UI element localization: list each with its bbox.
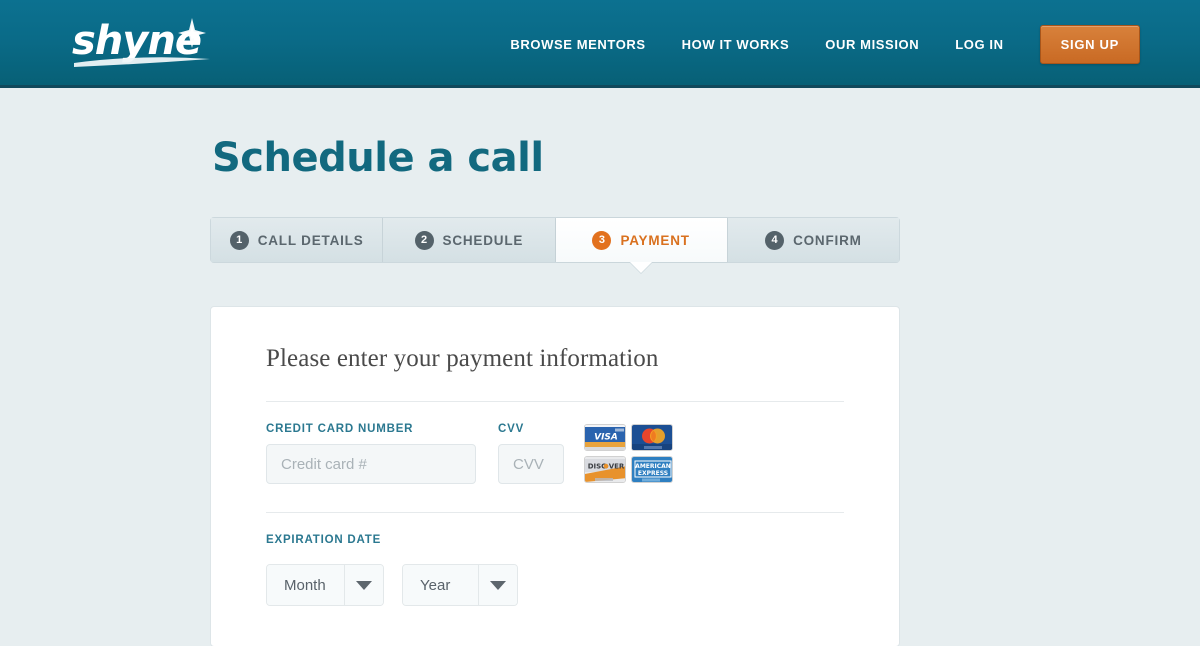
step-label-confirm: CONFIRM — [793, 232, 862, 248]
nav-link-log-in[interactable]: LOG IN — [937, 37, 1021, 52]
page-body: Schedule a call 1 CALL DETAILS 2 SCHEDUL… — [0, 88, 1200, 646]
credit-card-row: CREDIT CARD NUMBER CVV VISA — [266, 423, 844, 484]
svg-text:AMERICAN: AMERICAN — [635, 463, 671, 470]
step-badge-1: 1 — [229, 230, 249, 250]
chevron-down-icon[interactable] — [478, 565, 517, 605]
step-badge-3: 3 — [592, 230, 612, 250]
divider-bottom — [266, 512, 844, 513]
accepted-cards-group: VISA DISC VER AMERICAN EXPRESS — [584, 424, 673, 484]
expiration-month-value: Month — [267, 565, 344, 605]
active-step-pointer-icon — [630, 262, 653, 273]
credit-card-label: CREDIT CARD NUMBER — [266, 423, 414, 435]
expiration-year-value: Year — [403, 565, 478, 605]
nav-link-how-it-works[interactable]: HOW IT WORKS — [664, 37, 808, 52]
nav-link-our-mission[interactable]: OUR MISSION — [807, 37, 937, 52]
step-label-payment: PAYMENT — [620, 232, 690, 248]
credit-card-input[interactable] — [266, 444, 476, 484]
step-badge-4: 4 — [765, 230, 785, 250]
svg-text:shyne: shyne — [72, 18, 201, 64]
step-tab-payment[interactable]: 3 PAYMENT — [555, 218, 728, 273]
visa-icon: VISA — [584, 424, 626, 451]
nav-link-browse-mentors[interactable]: BROWSE MENTORS — [492, 37, 663, 52]
cvv-label: CVV — [498, 423, 525, 435]
sign-up-button[interactable]: SIGN UP — [1039, 24, 1140, 64]
cvv-input[interactable] — [498, 444, 564, 484]
expiration-month-select[interactable]: Month — [266, 564, 384, 606]
svg-text:EXPRESS: EXPRESS — [638, 470, 668, 477]
step-tab-schedule[interactable]: 2 SCHEDULE — [383, 218, 556, 262]
content-container: Schedule a call 1 CALL DETAILS 2 SCHEDUL… — [210, 88, 900, 646]
expiration-year-select[interactable]: Year — [402, 564, 518, 606]
cvv-field: CVV — [498, 423, 564, 484]
amex-icon: AMERICAN EXPRESS — [631, 456, 673, 483]
main-navigation: BROWSE MENTORS HOW IT WORKS OUR MISSION … — [492, 0, 1140, 88]
expiration-field: EXPIRATION DATE Month Year — [266, 534, 844, 606]
step-tab-confirm[interactable]: 4 CONFIRM — [727, 218, 899, 262]
step-tab-call-details[interactable]: 1 CALL DETAILS — [211, 218, 384, 262]
step-badge-2: 2 — [414, 230, 434, 250]
step-label-call-details: CALL DETAILS — [257, 232, 364, 248]
step-label-schedule: SCHEDULE — [442, 232, 524, 248]
step-wizard-tabs: 1 CALL DETAILS 2 SCHEDULE 3 PAYMENT 4 CO… — [210, 217, 900, 273]
credit-card-field: CREDIT CARD NUMBER — [266, 423, 476, 484]
chevron-down-icon[interactable] — [344, 565, 383, 605]
divider-top — [266, 401, 844, 402]
form-heading: Please enter your payment information — [266, 345, 659, 372]
expiration-selects-row: Month Year — [266, 564, 844, 606]
svg-text:VISA: VISA — [594, 433, 618, 443]
discover-icon: DISC VER — [584, 456, 626, 483]
logo-wordmark: shyne — [72, 18, 210, 67]
page-title: Schedule a call — [212, 135, 544, 181]
site-header: shyne BROWSE MENTORS HOW IT WORKS OUR MI… — [0, 0, 1200, 88]
mastercard-icon — [631, 424, 673, 451]
site-logo[interactable]: shyne — [72, 14, 222, 72]
payment-form-card: Please enter your payment information CR… — [210, 306, 900, 646]
expiration-date-label: EXPIRATION DATE — [266, 534, 382, 546]
